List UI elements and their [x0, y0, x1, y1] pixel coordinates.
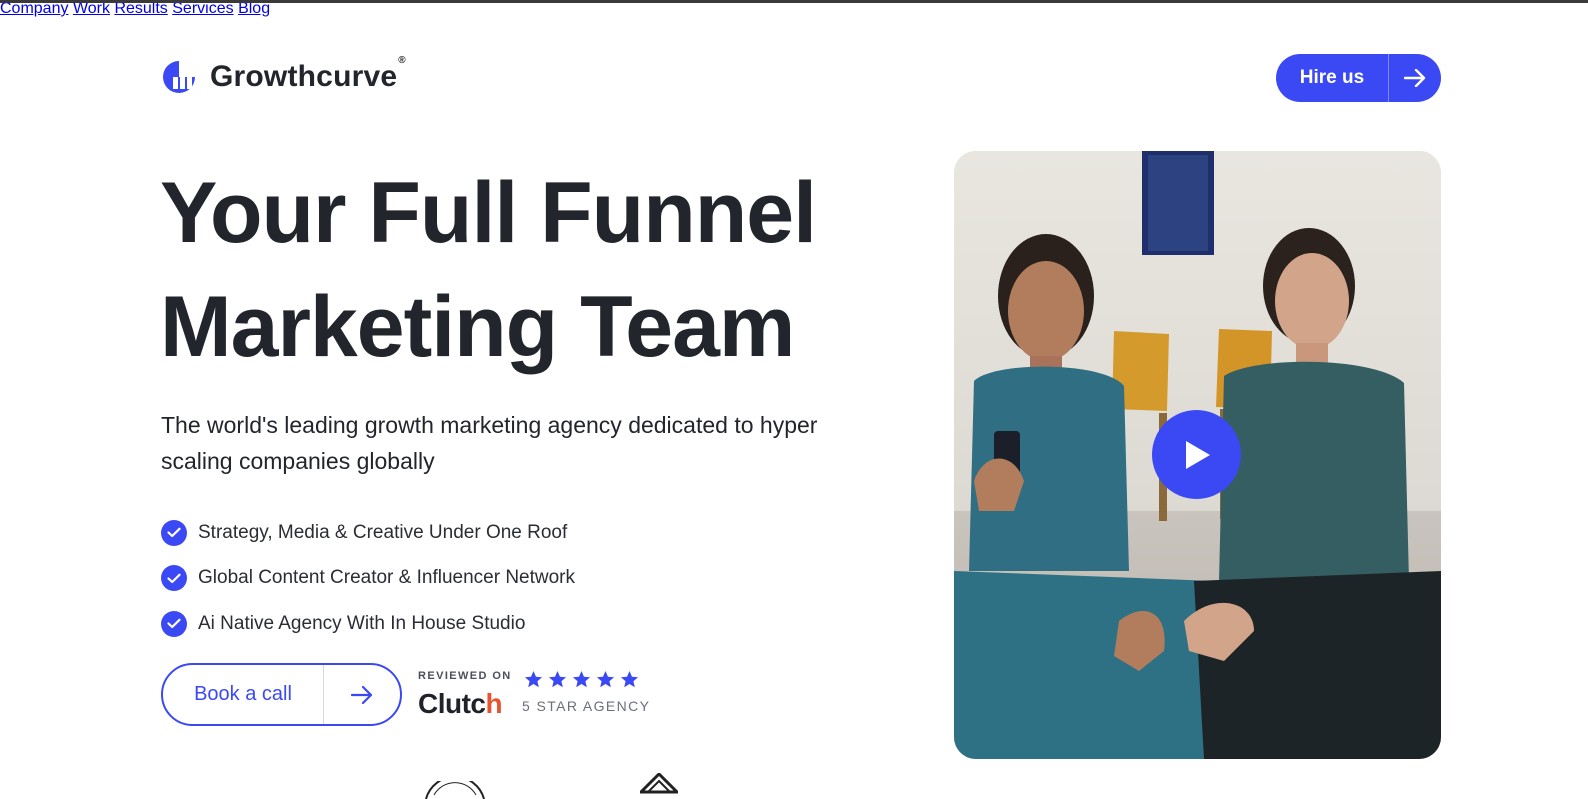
star-icon	[548, 670, 567, 688]
brand-logo[interactable]: Growthcurve®	[160, 55, 406, 96]
star-icon	[524, 670, 543, 688]
feature-item: Strategy, Media & Creative Under One Roo…	[161, 510, 575, 556]
clutch-badge[interactable]: REVIEWED ON Clutch 5 STAR AGENCY	[418, 670, 649, 719]
book-a-call-button[interactable]: Book a call	[161, 663, 402, 726]
growthcurve-logo-icon	[163, 58, 198, 93]
star-rating	[524, 670, 639, 689]
headline-line-1: Your Full Funnel	[160, 165, 817, 261]
play-button[interactable]	[1152, 410, 1241, 499]
hero-headline: Your Full Funnel Marketing Team	[160, 156, 920, 384]
check-circle-icon	[161, 519, 187, 546]
feature-item: Global Content Creator & Influencer Netw…	[161, 556, 575, 602]
star-icon	[596, 670, 615, 688]
star-icon	[572, 670, 591, 688]
brand-name: Growthcurve®	[210, 55, 406, 93]
feature-text: Global Content Creator & Influencer Netw…	[198, 567, 576, 589]
star-icon	[620, 670, 639, 688]
partner-logo-partial	[640, 773, 678, 794]
hero-video[interactable]	[954, 151, 1441, 759]
feature-text: Ai Native Agency With In House Studio	[198, 612, 526, 634]
book-a-call-label: Book a call	[194, 683, 292, 705]
headline-line-2: Marketing Team	[160, 279, 795, 375]
feature-text: Strategy, Media & Creative Under One Roo…	[198, 521, 568, 543]
clutch-logo: Clutch	[418, 688, 503, 719]
partner-logo-partial	[425, 781, 485, 799]
hire-us-button[interactable]: Hire us	[1276, 54, 1441, 102]
hero-subtitle: The world's leading growth marketing age…	[161, 412, 818, 474]
arrow-right-icon	[324, 685, 400, 704]
top-border	[0, 0, 1588, 3]
arrow-right-icon	[1389, 69, 1441, 87]
five-star-agency-label: 5 STAR AGENCY	[522, 698, 651, 714]
check-circle-icon	[161, 565, 187, 592]
check-circle-icon	[161, 610, 187, 637]
hire-us-label: Hire us	[1299, 67, 1365, 88]
feature-item: Ai Native Agency With In House Studio	[161, 601, 575, 647]
play-icon	[1185, 440, 1210, 469]
reviewed-on-label: REVIEWED ON	[418, 670, 512, 682]
feature-list: Strategy, Media & Creative Under One Roo…	[161, 510, 575, 647]
